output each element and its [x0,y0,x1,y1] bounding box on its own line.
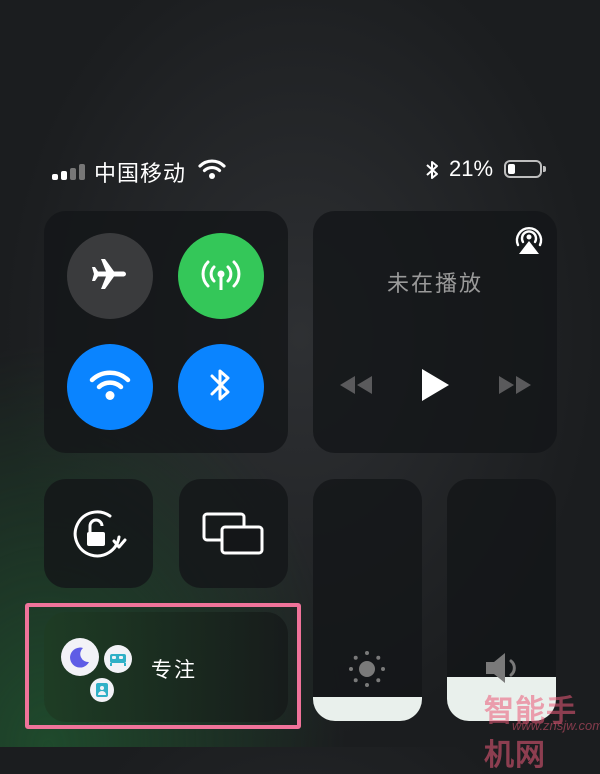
bluetooth-status-icon [424,158,440,187]
airplane-icon [90,254,130,299]
watermark-url: www.znsjw.com [512,718,600,733]
connectivity-panel [44,211,288,453]
rewind-icon[interactable] [338,374,374,401]
cellular-data-toggle[interactable] [178,233,264,319]
brightness-slider[interactable] [313,479,422,721]
rotation-lock-button[interactable] [44,479,153,588]
wifi-icon [89,368,131,407]
status-bar: 中国移动 21% [52,152,550,186]
fast-forward-icon[interactable] [497,374,533,401]
wifi-status-icon [198,158,226,185]
rotation-lock-icon [70,507,128,566]
battery-icon [504,160,546,178]
highlight-box [25,603,301,729]
cellular-antenna-icon [199,252,243,301]
screen-mirroring-icon [202,512,266,561]
carrier-name: 中国移动 [94,161,187,186]
volume-slider[interactable] [447,479,556,721]
airplane-mode-toggle[interactable] [67,233,153,319]
sun-icon [347,649,387,694]
wifi-toggle[interactable] [67,344,153,430]
brightness-level [313,696,422,721]
screen-mirroring-button[interactable] [179,479,288,588]
play-icon[interactable] [419,367,451,408]
bluetooth-toggle[interactable] [178,344,264,430]
now-playing-title: 未在播放 [386,271,483,296]
airplay-icon[interactable] [512,223,546,260]
bluetooth-icon [208,365,234,410]
battery-percentage: 21% [449,156,494,181]
cellular-signal-icon [52,164,90,180]
now-playing-panel[interactable]: 未在播放 [313,211,557,453]
